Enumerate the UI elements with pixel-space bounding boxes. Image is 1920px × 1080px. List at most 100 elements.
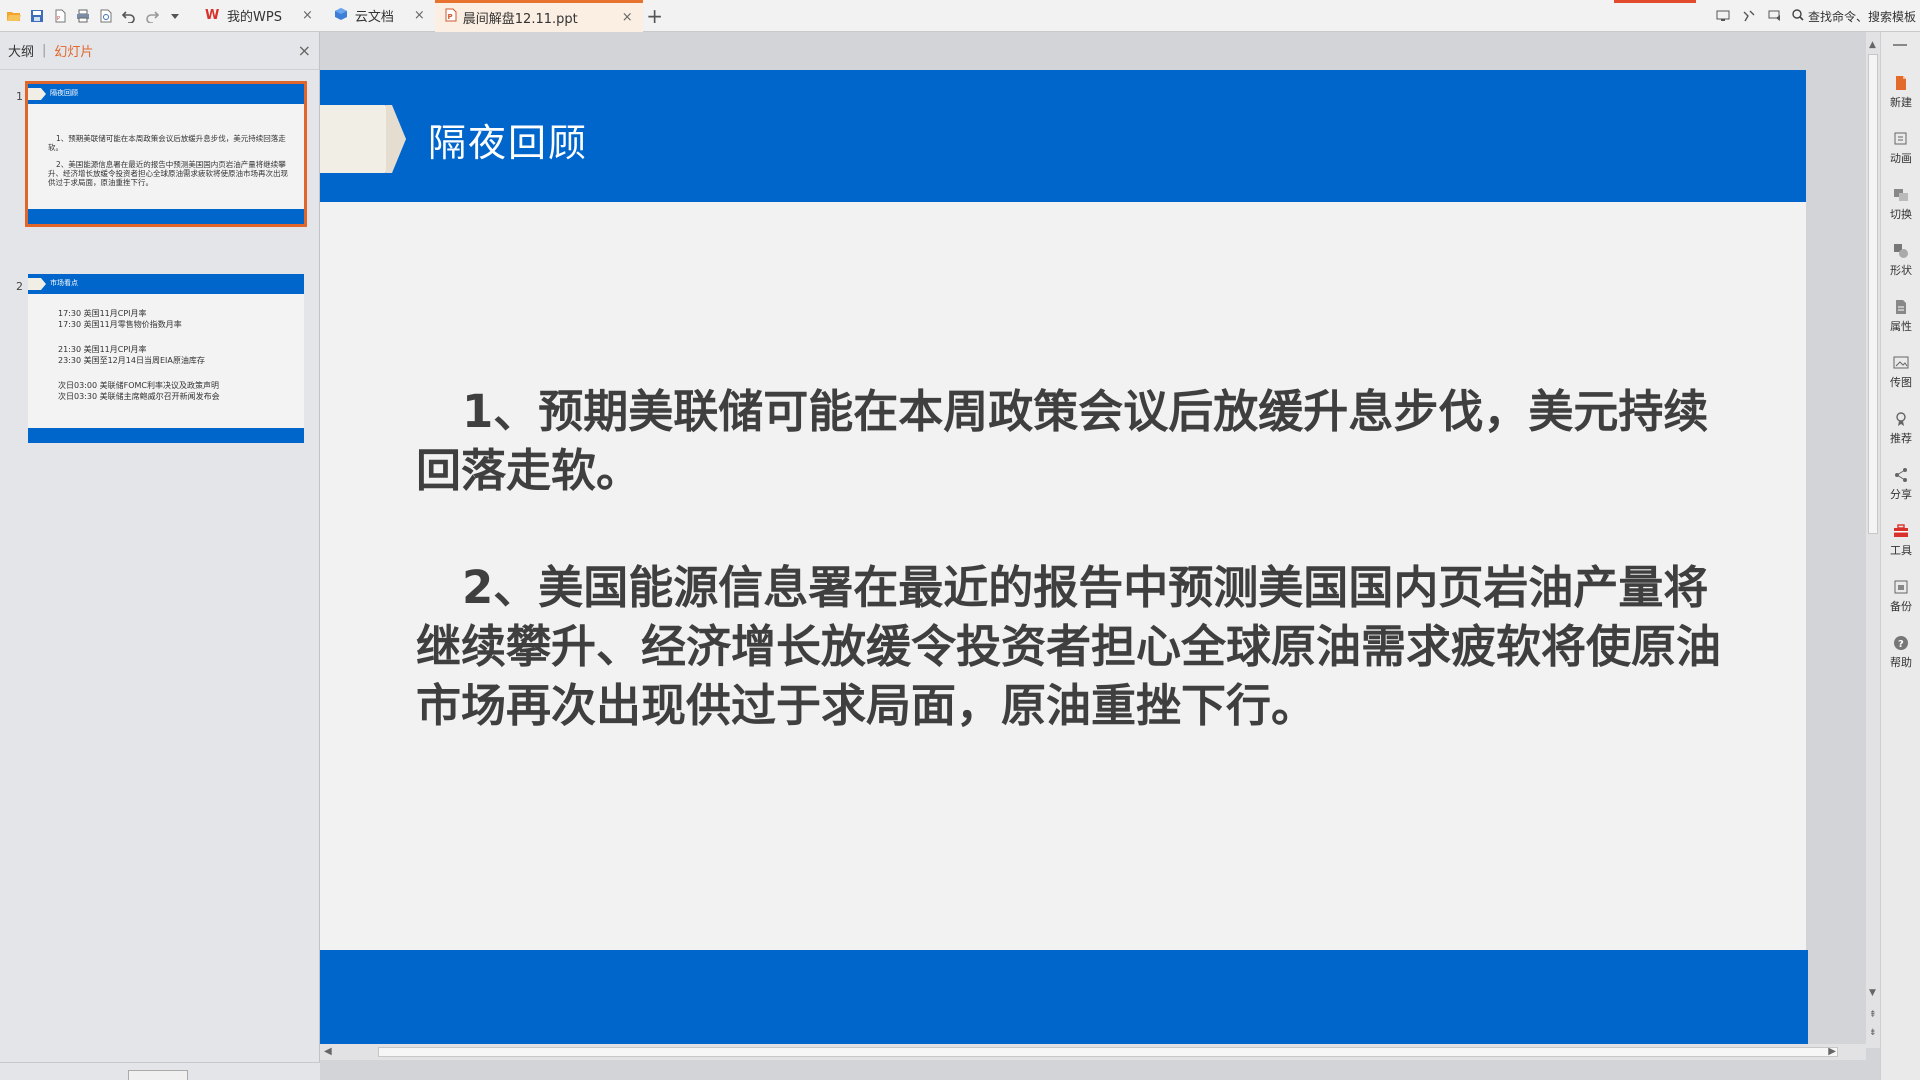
- share-icon: [1892, 466, 1910, 484]
- sidebar-item-upload-image[interactable]: 传图: [1881, 354, 1920, 404]
- horizontal-scrollbar[interactable]: ◀ ▶: [320, 1044, 1866, 1060]
- tab-cloud-docs[interactable]: 云文档 ×: [323, 0, 435, 32]
- scroll-right-icon[interactable]: ▶: [1828, 1046, 1836, 1057]
- thumbnail-title: 市场看点: [50, 279, 78, 287]
- sidebar-item-label: 工具: [1890, 544, 1912, 557]
- sidebar-item-transition[interactable]: 切换: [1881, 186, 1920, 236]
- vertical-scroll-thumb[interactable]: [1868, 54, 1878, 534]
- tab-presentation[interactable]: P 晨间解盘12.11.ppt ×: [434, 0, 643, 32]
- sidebar-item-label: 推荐: [1890, 432, 1912, 445]
- thumbnail-paragraph: 2、美国能源信息署在最近的报告中预测美国国内页岩油产量将继续攀升、经济增长放缓令…: [48, 160, 288, 187]
- backup-icon: [1892, 578, 1910, 596]
- search-icon: [1792, 8, 1804, 24]
- slides-panel: 大纲 | 幻灯片 × 1 隔夜回顾 1、预期美联储可能在本周政策会议后放缓升息步…: [0, 32, 320, 1080]
- svg-text:W: W: [205, 8, 219, 21]
- tab-outline[interactable]: 大纲: [8, 41, 34, 60]
- sidebar-item-label: 新建: [1890, 96, 1912, 109]
- sidebar-item-label: 分享: [1890, 488, 1912, 501]
- shape-icon: [1892, 242, 1910, 260]
- topbar-right: 查找命令、搜索模板: [1714, 0, 1916, 32]
- slide-paragraph: 1、预期美联储可能在本周政策会议后放缓升息步伐，美元持续回落走软。: [416, 385, 1709, 497]
- sidebar-item-shape[interactable]: 形状: [1881, 242, 1920, 292]
- sidebar-item-label: 帮助: [1890, 656, 1912, 669]
- panel-splitter-handle[interactable]: [128, 1070, 188, 1080]
- tab-divider: |: [42, 43, 47, 58]
- slide-number: 2: [16, 280, 23, 293]
- new-tab-button[interactable]: +: [643, 4, 667, 28]
- close-icon[interactable]: ×: [302, 8, 313, 23]
- new-icon: [1892, 74, 1910, 92]
- sidebar-item-share[interactable]: 分享: [1881, 466, 1920, 516]
- current-slide[interactable]: 隔夜回顾 1、预期美联储可能在本周政策会议后放缓升息步伐，美元持续回落走软。 2…: [320, 70, 1808, 1044]
- tab-label: 晨间解盘12.11.ppt: [462, 11, 578, 27]
- next-slide-icon[interactable]: ⇟: [1869, 1028, 1877, 1038]
- collapse-pane-icon[interactable]: [1893, 44, 1907, 46]
- scroll-up-icon[interactable]: ▲: [1869, 40, 1876, 50]
- svg-text:?: ?: [1898, 639, 1904, 650]
- panel-tabs: 大纲 | 幻灯片 ×: [0, 32, 319, 70]
- slide-thumbnail-2[interactable]: 市场看点 17:30 英国11月CPI月率 17:30 英国11月零售物价指数月…: [28, 274, 304, 443]
- export-pdf-icon[interactable]: P: [50, 6, 70, 26]
- slide-body[interactable]: 1、预期美联储可能在本周政策会议后放缓升息步伐，美元持续回落走软。 2、美国能源…: [416, 382, 1746, 793]
- svg-text:P: P: [57, 16, 60, 22]
- skin-icon[interactable]: [1740, 7, 1758, 25]
- wps-logo-icon: W: [205, 7, 221, 25]
- command-search[interactable]: 查找命令、搜索模板: [1792, 8, 1916, 25]
- slide-thumbnail-1[interactable]: 隔夜回顾 1、预期美联储可能在本周政策会议后放缓升息步伐，美元持续回落走软。 2…: [25, 81, 307, 227]
- sidebar-item-help[interactable]: ? 帮助: [1881, 634, 1920, 684]
- sidebar-item-label: 属性: [1890, 320, 1912, 333]
- sidebar-item-label: 备份: [1890, 600, 1912, 613]
- tab-my-wps[interactable]: W 我的WPS ×: [195, 0, 323, 32]
- sidebar-item-toolbox[interactable]: 工具: [1881, 522, 1920, 572]
- quick-access-toolbar: P: [0, 6, 185, 26]
- thumbnail-body: 1、预期美联储可能在本周政策会议后放缓升息步伐，美元持续回落走软。 2、美国能源…: [48, 134, 290, 195]
- toolbox-icon: [1892, 522, 1910, 540]
- print-icon[interactable]: [73, 6, 93, 26]
- horizontal-scroll-thumb[interactable]: [378, 1047, 1838, 1057]
- save-icon[interactable]: [27, 6, 47, 26]
- schedule-line: 23:30 美国至12月14日当周EIA原油库存: [58, 356, 205, 365]
- sidebar-item-property[interactable]: 属性: [1881, 298, 1920, 348]
- slide-canvas: 隔夜回顾 1、预期美联储可能在本周政策会议后放缓升息步伐，美元持续回落走软。 2…: [320, 32, 1866, 1060]
- sidebar-item-label: 动画: [1890, 152, 1912, 165]
- redo-icon[interactable]: [142, 6, 162, 26]
- title-bar: P W 我的WPS × 云文档 × P 晨间解盘12.11.ppt × + 查找…: [0, 0, 1920, 32]
- sidebar-item-new[interactable]: 新建: [1881, 74, 1920, 124]
- thumbnail-title: 隔夜回顾: [50, 89, 78, 97]
- close-icon[interactable]: ×: [414, 8, 425, 23]
- scroll-down-icon[interactable]: ▼: [1869, 988, 1876, 998]
- close-panel-icon[interactable]: ×: [298, 41, 311, 60]
- ppt-file-icon: P: [445, 8, 457, 26]
- schedule-line: 17:30 英国11月CPI月率: [58, 309, 147, 318]
- tab-slides[interactable]: 幻灯片: [54, 41, 93, 60]
- thumbnail-footer: [28, 209, 304, 224]
- animation-icon: [1892, 130, 1910, 148]
- print-preview-icon[interactable]: [96, 6, 116, 26]
- sidebar-item-recommend[interactable]: 推荐: [1881, 410, 1920, 460]
- schedule-group: 21:30 美国11月CPI月率 23:30 美国至12月14日当周EIA原油库…: [58, 344, 220, 366]
- upload-image-icon: [1892, 354, 1910, 372]
- undo-icon[interactable]: [119, 6, 139, 26]
- close-icon[interactable]: ×: [622, 10, 633, 25]
- sidebar-item-label: 切换: [1890, 208, 1912, 221]
- previous-slide-icon[interactable]: ⇞: [1869, 1010, 1877, 1020]
- topbar-accent: [1614, 0, 1696, 3]
- feedback-icon[interactable]: [1766, 7, 1784, 25]
- schedule-line: 17:30 英国11月零售物价指数月率: [58, 320, 182, 329]
- tab-label: 我的WPS: [227, 10, 282, 25]
- footer-band: [320, 950, 1808, 1044]
- schedule-group: 17:30 英国11月CPI月率 17:30 英国11月零售物价指数月率: [58, 308, 220, 330]
- fullscreen-icon[interactable]: [1714, 7, 1732, 25]
- help-icon: ?: [1892, 634, 1910, 652]
- sidebar-item-animation[interactable]: 动画: [1881, 130, 1920, 180]
- scroll-left-icon[interactable]: ◀: [324, 1046, 332, 1057]
- slide-number: 1: [16, 90, 23, 103]
- command-search-label: 查找命令、搜索模板: [1807, 9, 1916, 24]
- schedule-line: 次日03:30 美联储主席鲍威尔召开新闻发布会: [58, 392, 220, 401]
- sidebar-item-backup[interactable]: 备份: [1881, 578, 1920, 628]
- slide-title[interactable]: 隔夜回顾: [428, 112, 588, 167]
- property-icon: [1892, 298, 1910, 316]
- customize-toolbar-icon[interactable]: [165, 6, 185, 26]
- vertical-scrollbar[interactable]: ▲ ▼ ⇞ ⇟: [1866, 32, 1880, 1048]
- open-folder-icon[interactable]: [4, 6, 24, 26]
